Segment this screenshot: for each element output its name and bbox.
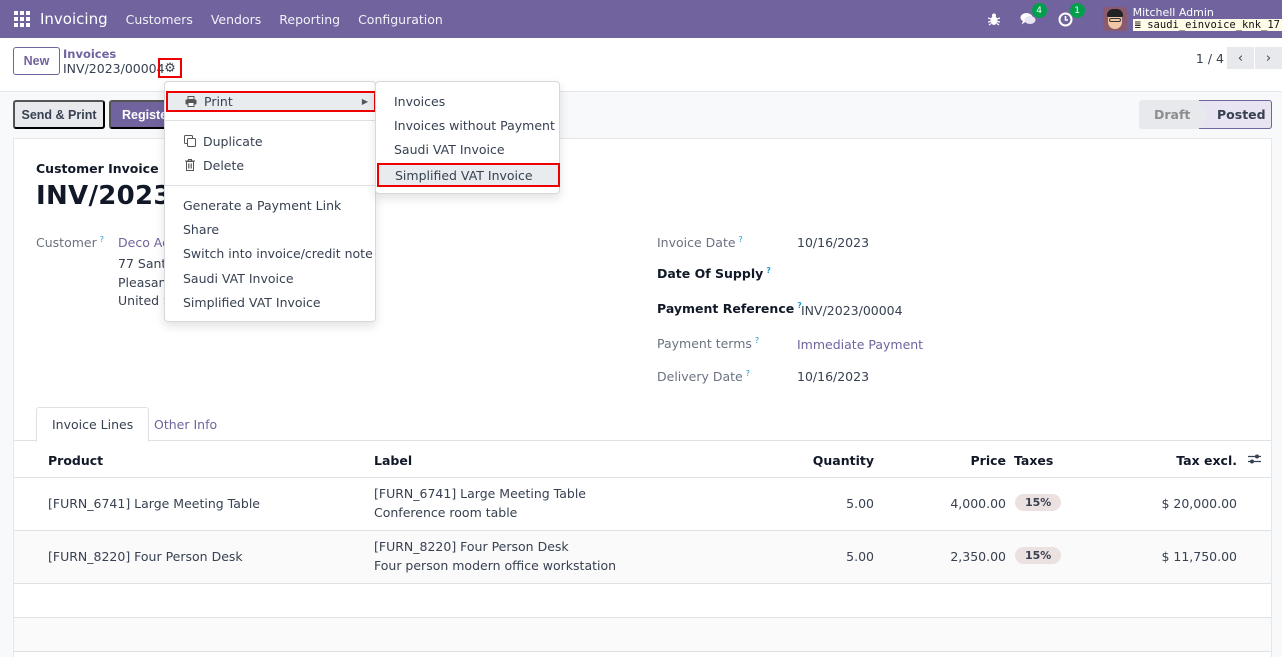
delivery-date-label: Delivery Date?: [657, 369, 750, 384]
document-type: Customer Invoice: [36, 161, 159, 176]
pager-value[interactable]: 1 / 4: [1196, 51, 1224, 66]
table-row-empty: [14, 618, 1271, 652]
row-quantity: 5.00: [846, 496, 874, 511]
menu-item-share[interactable]: Share: [165, 217, 375, 241]
invoice-date-label: Invoice Date?: [657, 235, 743, 250]
pager-buttons: ‹ ›: [1226, 47, 1282, 69]
menu-divider: [165, 185, 375, 186]
debug-bug-icon[interactable]: [985, 10, 1003, 28]
row-label-line2: Conference room table: [374, 505, 518, 520]
gear-icon: ⚙: [164, 60, 176, 76]
column-product[interactable]: Product: [48, 453, 103, 468]
messages-icon[interactable]: 4: [1019, 3, 1047, 28]
row-label-line1: [FURN_8220] Four Person Desk: [374, 539, 569, 554]
database-name: ≣ saudi_einvoice_knk_17: [1132, 19, 1282, 31]
column-tax-excl[interactable]: Tax excl.: [1176, 453, 1237, 468]
table-row[interactable]: [FURN_6741] Large Meeting Table [FURN_67…: [14, 478, 1271, 531]
payment-reference-value[interactable]: INV/2023/00004: [801, 303, 903, 318]
print-saudi-vat-invoice[interactable]: Saudi VAT Invoice: [376, 137, 559, 161]
new-button[interactable]: New: [13, 47, 60, 75]
invoice-date-value[interactable]: 10/16/2023: [797, 235, 869, 250]
app-name[interactable]: Invoicing: [40, 10, 108, 28]
column-price[interactable]: Price: [971, 453, 1007, 468]
print-simplified-vat-invoice[interactable]: Simplified VAT Invoice: [377, 163, 560, 187]
user-avatar[interactable]: [1102, 7, 1127, 31]
user-menu[interactable]: Mitchell Admin ≣ saudi_einvoice_knk_17: [1132, 6, 1282, 31]
user-name: Mitchell Admin: [1132, 6, 1214, 19]
row-price: 4,000.00: [950, 496, 1006, 511]
printer-icon: [184, 96, 198, 107]
print-invoices-without-payment[interactable]: Invoices without Payment: [376, 113, 559, 137]
apps-menu-icon[interactable]: [14, 11, 30, 27]
status-bar: Draft Posted: [1139, 100, 1272, 130]
menu-item-switch-invoice-credit-note[interactable]: Switch into invoice/credit note: [165, 241, 375, 265]
menu-customers[interactable]: Customers: [126, 12, 193, 27]
menu-item-duplicate[interactable]: Duplicate: [165, 129, 375, 153]
tab-invoice-lines[interactable]: Invoice Lines: [36, 407, 150, 442]
breadcrumb-current: INV/2023/00004: [63, 61, 165, 76]
row-quantity: 5.00: [846, 549, 874, 564]
column-taxes[interactable]: Taxes: [1014, 453, 1053, 468]
table-header: Product Label Quantity Price Taxes Tax e…: [14, 441, 1271, 478]
messages-count-badge: 4: [1031, 3, 1047, 18]
date-of-supply-label: Date Of Supply?: [657, 266, 771, 281]
notebook-tabs: Invoice Lines Other Info: [14, 407, 1271, 442]
payment-terms-value[interactable]: Immediate Payment: [797, 337, 923, 352]
chevron-left-icon: ‹: [1237, 50, 1244, 66]
row-product[interactable]: [FURN_6741] Large Meeting Table: [48, 496, 260, 511]
table-row[interactable]: [FURN_8220] Four Person Desk [FURN_8220]…: [14, 531, 1271, 584]
tab-other-info[interactable]: Other Info: [139, 407, 232, 442]
row-label-line2: Four person modern office workstation: [374, 558, 617, 573]
customer-label: Customer?: [36, 235, 104, 250]
breadcrumb-invoices[interactable]: Invoices: [63, 47, 116, 61]
row-subtotal: $ 20,000.00: [1161, 496, 1237, 511]
column-label[interactable]: Label: [374, 453, 412, 468]
delivery-date-value[interactable]: 10/16/2023: [797, 369, 869, 384]
menu-reporting[interactable]: Reporting: [279, 12, 340, 27]
help-icon[interactable]: ?: [100, 235, 104, 244]
menu-divider: [165, 120, 375, 121]
gear-actions-button[interactable]: ⚙: [158, 58, 182, 78]
column-quantity[interactable]: Quantity: [813, 453, 874, 468]
payment-terms-label: Payment terms?: [657, 336, 760, 351]
caret-right-icon: ▶: [361, 97, 368, 106]
chevron-right-icon: ›: [1265, 50, 1272, 66]
menu-item-delete[interactable]: Delete: [165, 153, 375, 177]
invoice-lines-table: Product Label Quantity Price Taxes Tax e…: [14, 441, 1271, 652]
menu-item-generate-payment-link[interactable]: Generate a Payment Link: [165, 193, 375, 217]
row-label-line1: [FURN_6741] Large Meeting Table: [374, 486, 586, 501]
menu-item-saudi-vat-invoice[interactable]: Saudi VAT Invoice: [165, 266, 375, 290]
gear-actions-dropdown: Print ▶ Duplicate Delete Generate a Paym…: [164, 81, 376, 322]
database-icon: ≣: [1134, 19, 1148, 31]
activities-count-badge: 1: [1069, 3, 1085, 18]
tax-badge: 15%: [1015, 494, 1062, 511]
menu-item-print[interactable]: Print ▶: [166, 91, 376, 112]
status-posted[interactable]: Posted: [1198, 100, 1272, 130]
row-product[interactable]: [FURN_8220] Four Person Desk: [48, 549, 243, 564]
menu-item-simplified-vat-invoice[interactable]: Simplified VAT Invoice: [165, 290, 375, 314]
optional-columns-toggle-icon[interactable]: [1248, 453, 1261, 469]
help-icon[interactable]: ?: [746, 369, 750, 378]
row-subtotal: $ 11,750.00: [1161, 549, 1237, 564]
activities-clock-icon[interactable]: 1: [1057, 3, 1085, 28]
print-submenu: Invoices Invoices without Payment Saudi …: [375, 81, 560, 194]
status-draft[interactable]: Draft: [1139, 100, 1199, 129]
table-row-empty: [14, 584, 1271, 618]
pager-previous-button[interactable]: ‹: [1227, 47, 1254, 69]
top-navbar: Invoicing Customers Vendors Reporting Co…: [0, 0, 1282, 38]
pager-next-button[interactable]: ›: [1255, 47, 1282, 69]
help-icon[interactable]: ?: [755, 336, 759, 345]
trash-icon: [183, 159, 197, 171]
payment-reference-label: Payment Reference?: [657, 301, 802, 316]
menu-vendors[interactable]: Vendors: [211, 12, 261, 27]
help-icon[interactable]: ?: [766, 266, 771, 275]
menu-configuration[interactable]: Configuration: [358, 12, 443, 27]
tax-badge: 15%: [1015, 547, 1062, 564]
copy-icon: [183, 135, 197, 147]
print-invoices[interactable]: Invoices: [376, 89, 559, 113]
row-price: 2,350.00: [950, 549, 1006, 564]
help-icon[interactable]: ?: [739, 235, 743, 244]
send-print-button[interactable]: Send & Print: [13, 100, 105, 129]
